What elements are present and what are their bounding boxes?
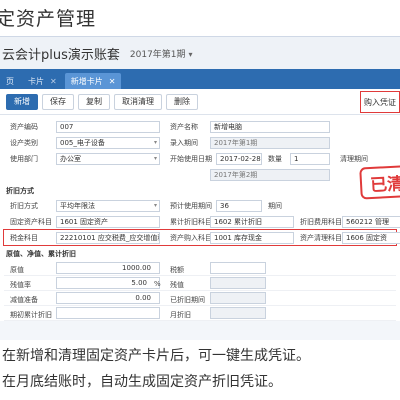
init-dep-field[interactable] (56, 307, 160, 319)
clear-period-field: 2017年第2期 (210, 168, 330, 181)
tab-label: 卡片 (28, 76, 44, 86)
impairment-field[interactable]: 0.00 (56, 292, 160, 304)
delete-button[interactable]: 删除 (166, 93, 198, 110)
original-label: 原值 (10, 266, 24, 274)
tab-label: 页 (6, 76, 14, 86)
dept-select[interactable]: 办公室 ▾ (56, 152, 160, 165)
expense-account-label: 折旧费用科目 (300, 217, 342, 226)
months-field[interactable]: 36 (216, 199, 262, 212)
caption-line: 在新增和清理固定资产卡片后，可一键生成凭证。 (2, 348, 310, 364)
save-button[interactable]: 保存 (42, 93, 74, 110)
period-selector[interactable]: 2017年第1期 ▾ (130, 47, 193, 60)
values-row: 原值 1000.00 税额 (4, 261, 396, 276)
tax-field[interactable] (210, 262, 266, 274)
expense-account-field[interactable]: 560212 管理 (342, 215, 400, 228)
asset-code-label: 资产编码 (10, 122, 38, 131)
form-row: 固定资产科目 1601 固定资产 累计折旧科目 1602 累计折旧 折旧费用科目… (4, 214, 400, 229)
monthly-field (210, 307, 266, 319)
chevron-down-icon: ▾ (153, 155, 157, 162)
toolbar: 新增 保存 复制 取消清理 删除 购入凭证 (0, 89, 400, 115)
clear-account-field[interactable]: 1606 固定资 (342, 231, 400, 244)
chevron-down-icon: ▾ (153, 202, 157, 209)
category-value: 005_电子设备 (60, 138, 105, 147)
accum-account-label: 累计折旧科目 (170, 217, 212, 226)
page-heading: 定资产管理 (0, 8, 97, 30)
purchase-voucher-button[interactable]: 购入凭证 (360, 91, 400, 113)
offset-account-field[interactable]: 1001 库存现金 (210, 231, 294, 244)
accum-account-field[interactable]: 1602 累计折旧 (210, 215, 294, 228)
method-select[interactable]: 平均年限法 ▾ (56, 199, 160, 212)
residual-rate-label: 残值率 (10, 281, 31, 289)
original-field[interactable]: 1000.00 (56, 262, 160, 274)
tab-label: 新增卡片 (70, 76, 103, 86)
depreciation-section-title: 折旧方式 (6, 187, 34, 195)
app-name: 云会计plus演示账套 (2, 47, 120, 63)
close-icon[interactable]: ✕ (50, 77, 57, 86)
offset-account-label: 资产购入科目 (170, 233, 212, 242)
form-row: 资产编码 007 资产名称 新增电脑 (4, 119, 396, 134)
new-button[interactable]: 新增 (6, 93, 38, 110)
form-row: 折旧方式 平均年限法 ▾ 预计使用期间 36 期间 (4, 198, 396, 213)
values-section-title: 原值、净值、累计折旧 (6, 250, 76, 258)
percent-sign: % (154, 280, 161, 288)
captions: 在新增和清理固定资产卡片后，可一键生成凭证。 在月底结账时，自动生成固定资产折旧… (0, 342, 400, 394)
used-field (210, 292, 266, 304)
months-label: 预计使用期间 (170, 201, 212, 210)
fixed-account-label: 固定资产科目 (10, 217, 52, 226)
entry-period-label: 录入期间 (170, 138, 198, 147)
method-label: 折旧方式 (10, 201, 38, 210)
tab-home[interactable]: 页 (0, 73, 20, 89)
app-window: 云会计plus演示账套 2017年第1期 ▾ 页 卡片 ✕ 新增卡片 ✕ 新增 保存 … (0, 36, 400, 340)
asset-code-field[interactable]: 007 (56, 120, 160, 133)
caption-line: 在月底结账时，自动生成固定资产折旧凭证。 (2, 374, 282, 390)
dept-label: 使用部门 (10, 154, 38, 163)
form-row: 设产类别 005_电子设备 ▾ 录入期间 2017年第1期 (4, 135, 396, 150)
start-date-label: 开始使用日期 (170, 154, 212, 163)
residual-label: 残值 (170, 281, 184, 289)
category-label: 设产类别 (10, 138, 38, 147)
start-date-field[interactable]: 2017-02-28 (216, 152, 262, 165)
used-label: 已折旧期间 (170, 296, 205, 304)
cancel-clear-button[interactable]: 取消清理 (114, 93, 162, 110)
residual-field (210, 277, 266, 289)
cleared-stamp: 已清 (359, 164, 400, 200)
period-label: 2017年第1期 (129, 49, 186, 60)
entry-period-field: 2017年第1期 (210, 136, 330, 149)
tax-label: 税额 (170, 266, 184, 274)
tab-new-card[interactable]: 新增卡片 ✕ (64, 73, 122, 89)
title-bar: 云会计plus演示账套 2017年第1期 ▾ (0, 37, 400, 69)
clear-account-label: 资产清理科目 (300, 233, 342, 242)
form-row: 2017年第2期 (4, 167, 396, 182)
chevron-down-icon: ▾ (188, 49, 193, 59)
fixed-account-field[interactable]: 1601 固定资产 (56, 215, 160, 228)
close-icon[interactable]: ✕ (109, 77, 116, 86)
dept-value: 办公室 (60, 154, 81, 163)
clear-period-label: 清理期间 (340, 154, 368, 163)
values-row: 残值率 5.00 % 残值 (4, 276, 396, 291)
tab-cards[interactable]: 卡片 ✕ (22, 73, 63, 89)
asset-name-label: 资产名称 (170, 122, 198, 131)
init-dep-label: 期初累计折旧 (10, 311, 52, 319)
quantity-label: 数量 (268, 154, 282, 163)
quantity-field[interactable]: 1 (290, 152, 330, 165)
tax-account-label: 税金科目 (10, 233, 38, 242)
impairment-label: 减值准备 (10, 296, 38, 304)
values-row: 期初累计折旧 月折旧 (4, 306, 396, 321)
monthly-label: 月折旧 (170, 311, 191, 319)
chevron-down-icon: ▾ (153, 139, 157, 146)
months-unit: 期间 (268, 201, 282, 210)
asset-card-form: 资产编码 007 资产名称 新增电脑 设产类别 005_电子设备 ▾ 录入期间 2… (0, 115, 400, 321)
category-select[interactable]: 005_电子设备 ▾ (56, 136, 160, 149)
highlighted-account-row: 税金科目 22210101 应交税费_应交增值税_进项 资产购入科目 1001 … (3, 229, 400, 246)
method-value: 平均年限法 (60, 201, 95, 210)
residual-rate-field[interactable]: 5.00 (56, 277, 160, 289)
copy-button[interactable]: 复制 (78, 93, 110, 110)
asset-name-field[interactable]: 新增电脑 (210, 120, 330, 133)
tax-account-field[interactable]: 22210101 应交税费_应交增值税_进项 (56, 231, 160, 244)
values-row: 减值准备 0.00 已折旧期间 (4, 291, 396, 306)
tab-bar: 页 卡片 ✕ 新增卡片 ✕ (0, 69, 400, 89)
form-row: 使用部门 办公室 ▾ 开始使用日期 2017-02-28 数量 1 清理期间 (4, 151, 396, 166)
